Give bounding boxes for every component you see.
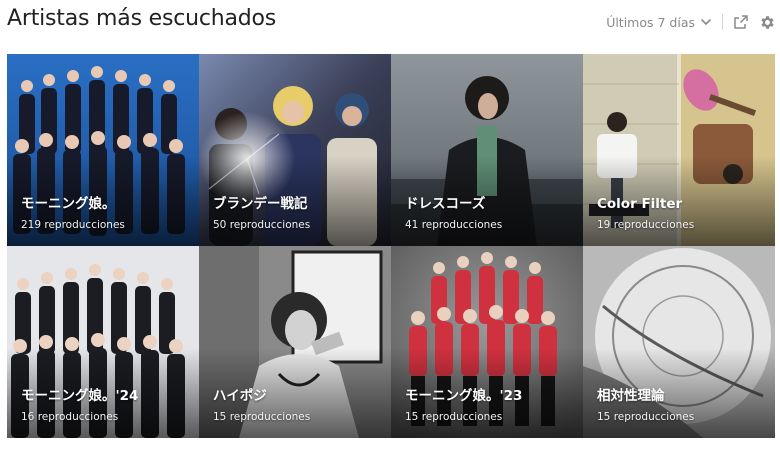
artist-tile[interactable]: ドレスコーズ 41 reproducciones bbox=[391, 54, 583, 246]
artist-name: ハイポジ bbox=[213, 388, 267, 404]
share-button[interactable] bbox=[732, 13, 750, 31]
artist-tile[interactable]: ハイポジ 15 reproducciones bbox=[199, 246, 391, 438]
artist-tile[interactable]: Color Filter 19 reproducciones bbox=[583, 54, 775, 246]
artist-play-count: 41 reproducciones bbox=[405, 219, 503, 231]
artist-play-count: 15 reproducciones bbox=[597, 411, 695, 423]
artist-tile[interactable]: ブランデー戦記 50 reproducciones bbox=[199, 54, 391, 246]
gear-icon bbox=[760, 15, 774, 29]
artist-play-count: 19 reproducciones bbox=[597, 219, 695, 231]
artist-name: 相対性理論 bbox=[597, 388, 665, 404]
artist-play-count: 50 reproducciones bbox=[213, 219, 311, 231]
artist-play-count: 16 reproducciones bbox=[21, 411, 119, 423]
artist-tile[interactable]: モーニング娘。 219 reproducciones bbox=[7, 54, 199, 246]
artist-name: モーニング娘。 bbox=[21, 196, 116, 212]
artist-name: ドレスコーズ bbox=[405, 196, 486, 212]
artist-tile[interactable]: モーニング娘。'23 15 reproducciones bbox=[391, 246, 583, 438]
header-controls: Últimos 7 días bbox=[606, 10, 776, 34]
artist-name: モーニング娘。'23 bbox=[405, 388, 523, 404]
artist-play-count: 15 reproducciones bbox=[405, 411, 503, 423]
artist-tile[interactable]: モーニング娘。'24 16 reproducciones bbox=[7, 246, 199, 438]
chevron-down-icon bbox=[701, 19, 711, 25]
artist-name: Color Filter bbox=[597, 196, 683, 212]
artist-tile[interactable]: 相対性理論 15 reproducciones bbox=[583, 246, 775, 438]
artist-name: ブランデー戦記 bbox=[213, 196, 308, 212]
artist-grid: モーニング娘。 219 reproducciones ブランデー戦記 50 re… bbox=[7, 54, 775, 438]
page-title: Artistas más escuchados bbox=[7, 6, 277, 31]
artist-name: モーニング娘。'24 bbox=[21, 388, 139, 404]
share-icon bbox=[734, 15, 748, 29]
period-dropdown[interactable]: Últimos 7 días bbox=[606, 15, 718, 30]
header-divider bbox=[722, 14, 723, 30]
period-dropdown-label: Últimos 7 días bbox=[606, 14, 695, 30]
artist-play-count: 219 reproducciones bbox=[21, 219, 125, 231]
settings-button[interactable] bbox=[758, 13, 776, 31]
top-artists-header: Artistas más escuchados Últimos 7 días bbox=[0, 0, 780, 46]
artist-play-count: 15 reproducciones bbox=[213, 411, 311, 423]
